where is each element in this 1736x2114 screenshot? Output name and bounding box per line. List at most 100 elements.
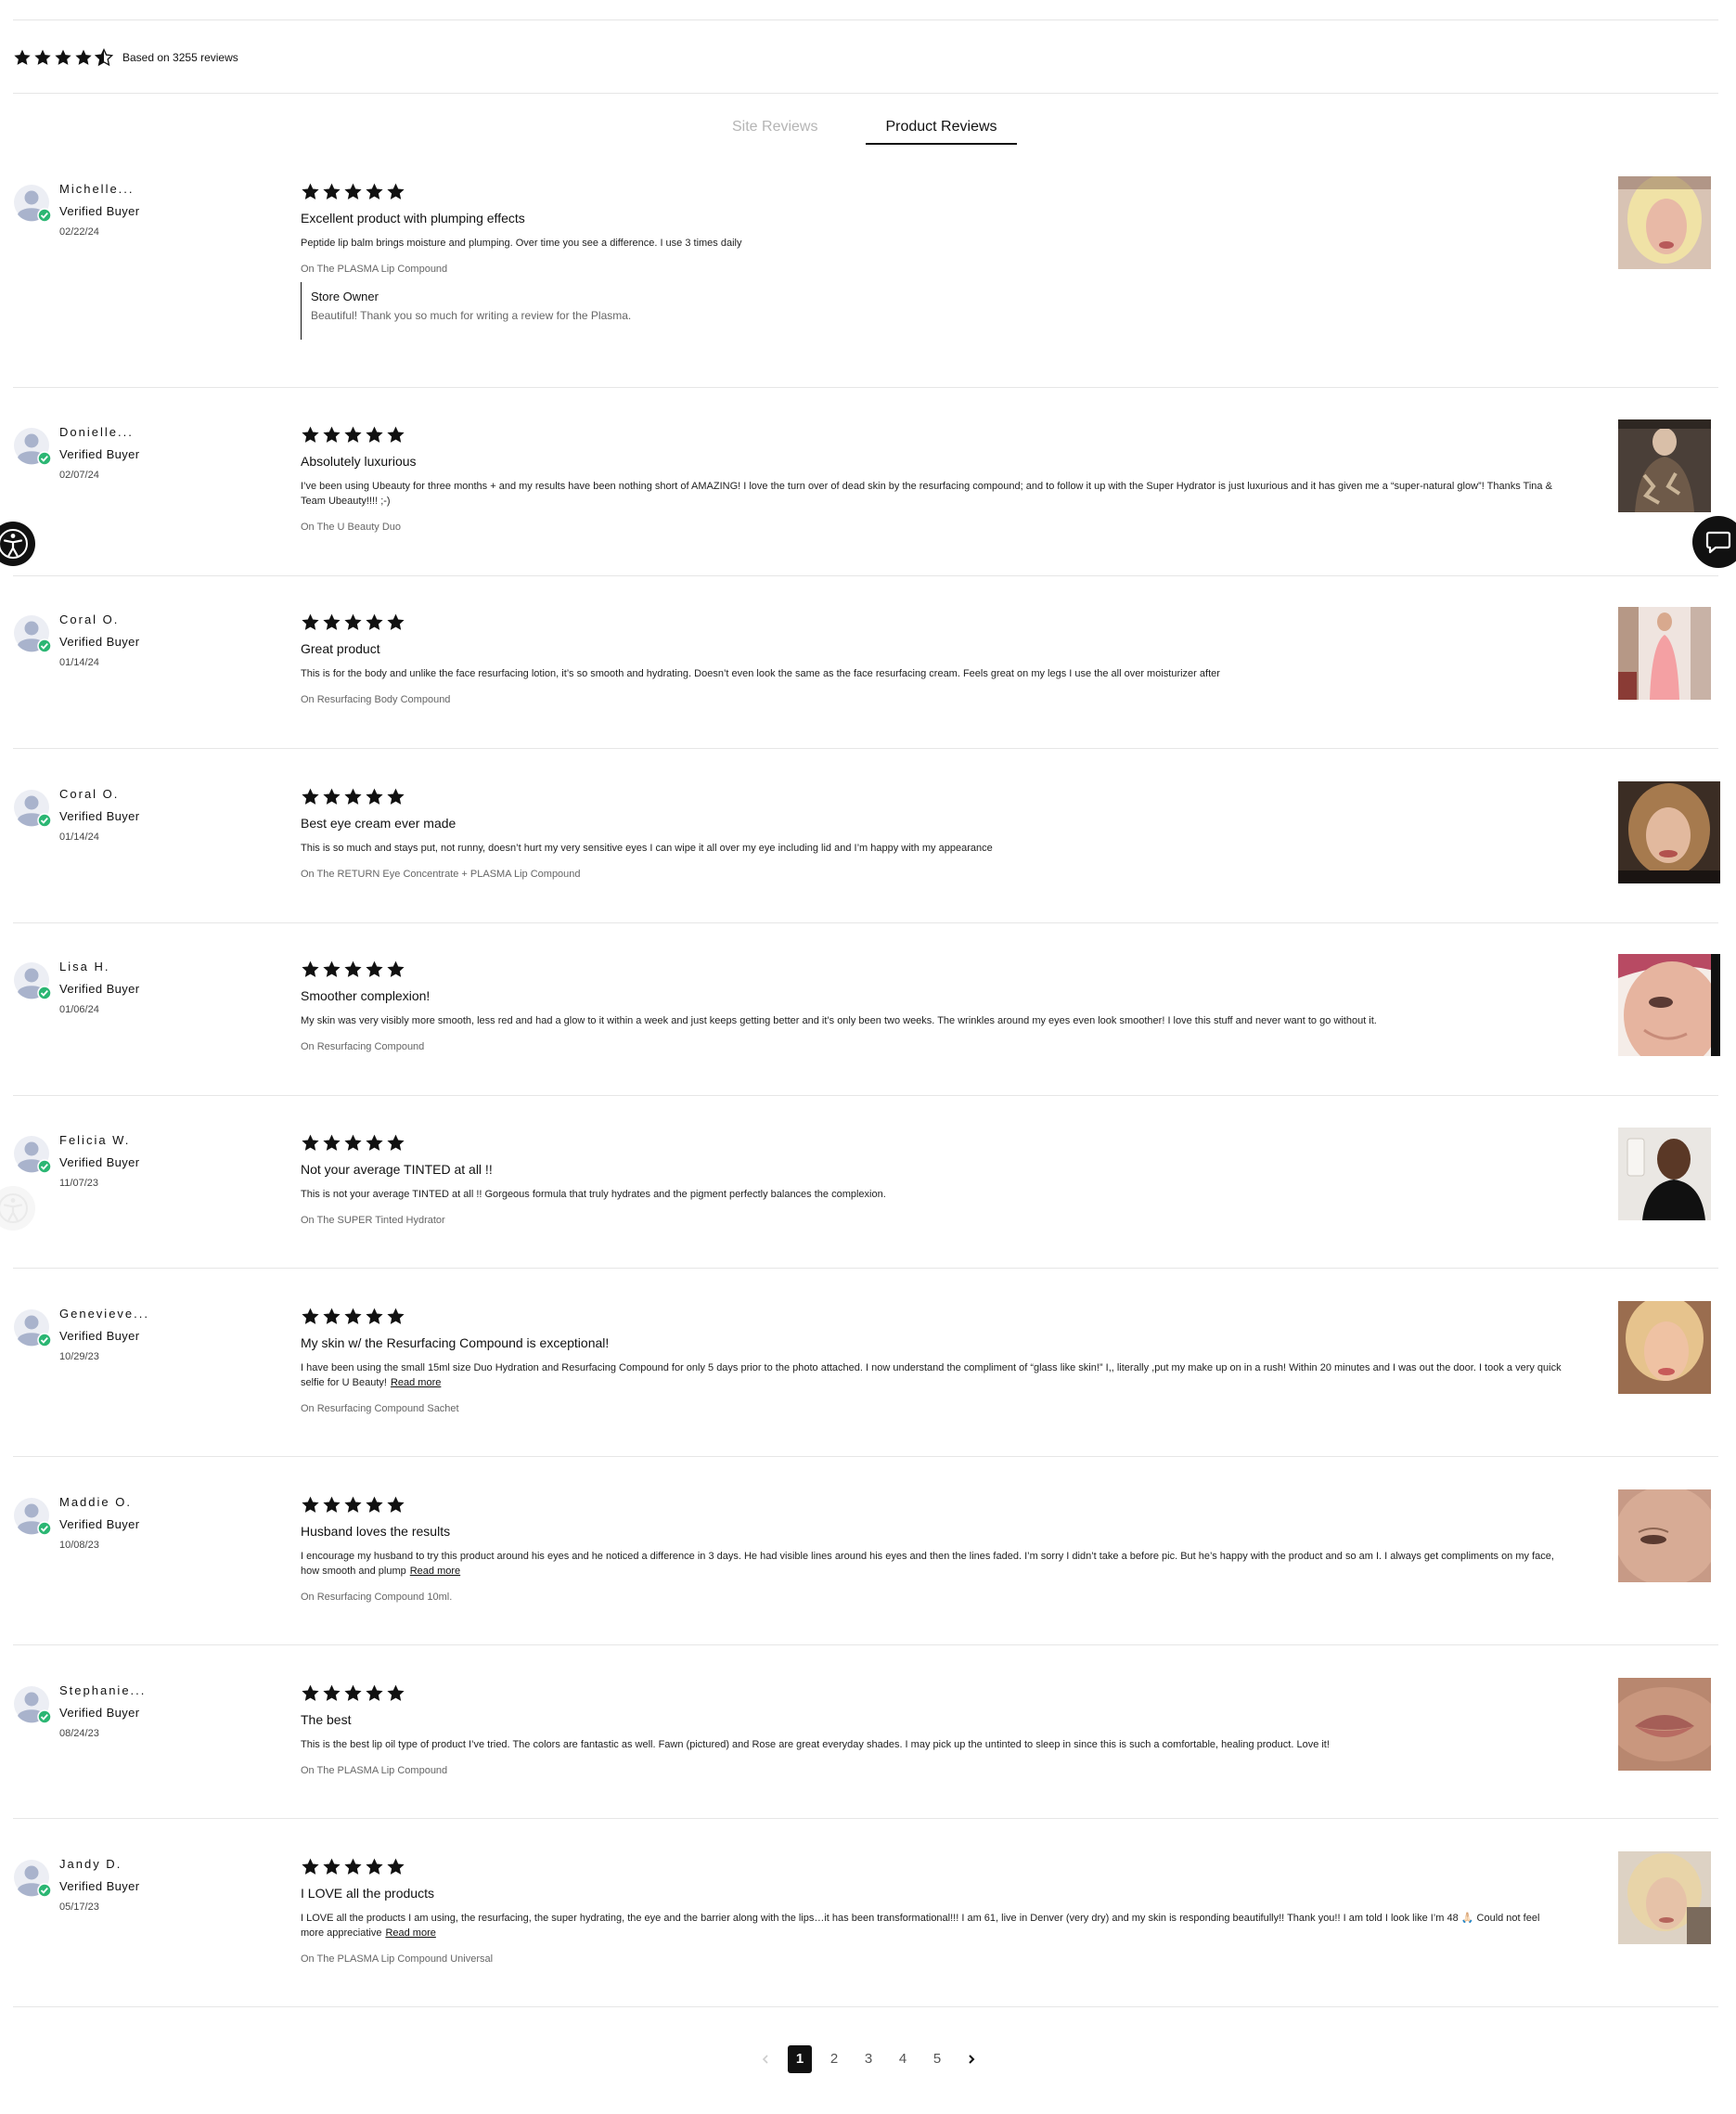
review-title: Excellent product with plumping effects <box>301 211 525 226</box>
review-product: On The SUPER Tinted Hydrator <box>301 1215 445 1226</box>
review-text: I encourage my husband to try this produ… <box>301 1551 1554 1577</box>
review-photo[interactable] <box>1618 176 1711 269</box>
reviewer-name: Donielle... <box>59 425 134 439</box>
page-1[interactable]: 1 <box>788 2045 812 2073</box>
read-more-link[interactable]: Read more <box>385 1927 435 1939</box>
review-stars <box>301 960 405 979</box>
review-photo[interactable] <box>1618 954 1720 1056</box>
review-text: My skin was very visibly more smooth, le… <box>301 1015 1377 1026</box>
star-icon <box>366 1308 383 1324</box>
review-item: Maddie O. Verified Buyer 10/08/23 Husban… <box>0 1489 1736 1608</box>
star-icon <box>366 1684 383 1701</box>
verified-badge: Verified Buyer <box>59 204 140 218</box>
review-product: On Resurfacing Body Compound <box>301 694 451 705</box>
tab-product-reviews[interactable]: Product Reviews <box>866 119 1017 145</box>
summary-divider <box>13 93 1718 94</box>
pagination-prev[interactable] <box>753 2045 778 2073</box>
star-icon <box>302 1858 319 1875</box>
review-product: On The PLASMA Lip Compound <box>301 264 448 275</box>
star-icon <box>302 183 319 200</box>
verified-badge: Verified Buyer <box>59 982 140 996</box>
review-date: 01/06/24 <box>59 1004 99 1015</box>
read-more-link[interactable]: Read more <box>410 1566 460 1577</box>
review-title: Great product <box>301 641 380 656</box>
page-2[interactable]: 2 <box>822 2045 846 2073</box>
review-item: Jandy D. Verified Buyer 05/17/23 I LOVE … <box>0 1851 1736 1970</box>
accessibility-button[interactable] <box>0 522 35 566</box>
review-title: I LOVE all the products <box>301 1886 434 1901</box>
read-more-link[interactable]: Read more <box>391 1377 441 1388</box>
review-text: I’ve been using Ubeauty for three months… <box>301 481 1552 507</box>
star-half-icon <box>95 48 113 67</box>
review-photo[interactable] <box>1618 607 1711 700</box>
review-item: Stephanie... Verified Buyer 08/24/23 The… <box>0 1678 1736 1787</box>
review-photo[interactable] <box>1618 1851 1711 1944</box>
review-product: On Resurfacing Compound Sachet <box>301 1403 459 1414</box>
review-item: Coral O. Verified Buyer 01/14/24 Best ey… <box>0 781 1736 891</box>
top-divider <box>13 19 1718 20</box>
review-stars <box>301 1857 405 1876</box>
avatar <box>13 1308 52 1347</box>
review-date: 10/08/23 <box>59 1540 99 1551</box>
star-icon <box>366 788 383 805</box>
review-photo[interactable] <box>1618 1678 1711 1771</box>
review-title: My skin w/ the Resurfacing Compound is e… <box>301 1335 610 1350</box>
star-icon <box>366 426 383 443</box>
page-5[interactable]: 5 <box>925 2045 949 2073</box>
summary-stars <box>13 48 113 67</box>
rating-summary: Based on 3255 reviews <box>13 46 238 69</box>
tab-site-reviews[interactable]: Site Reviews <box>732 119 817 143</box>
review-stars <box>301 1683 405 1703</box>
review-divider <box>13 922 1718 923</box>
review-date: 10/29/23 <box>59 1351 99 1362</box>
avatar <box>13 614 52 653</box>
review-title: Best eye cream ever made <box>301 816 457 831</box>
star-icon <box>55 49 71 65</box>
star-icon <box>323 788 341 805</box>
page-4[interactable]: 4 <box>891 2045 915 2073</box>
chat-button[interactable] <box>1692 516 1736 568</box>
review-divider <box>13 1095 1718 1096</box>
review-photo[interactable] <box>1618 781 1720 883</box>
star-icon <box>323 960 341 977</box>
review-count: Based on 3255 reviews <box>122 51 238 64</box>
review-text: I LOVE all the products I am using, the … <box>301 1913 1540 1939</box>
review-divider <box>13 748 1718 749</box>
pagination-next[interactable] <box>959 2045 984 2073</box>
star-icon <box>387 1134 405 1151</box>
page-3[interactable]: 3 <box>856 2045 881 2073</box>
star-icon <box>302 1134 319 1151</box>
star-icon <box>302 960 319 977</box>
star-icon <box>323 183 341 200</box>
star-icon <box>344 788 362 805</box>
review-product: On The U Beauty Duo <box>301 522 402 533</box>
review-date: 01/14/24 <box>59 657 99 668</box>
star-icon <box>302 1684 319 1701</box>
review-stars <box>301 612 405 632</box>
review-product: On The PLASMA Lip Compound <box>301 1765 448 1776</box>
chevron-right-icon <box>969 2055 975 2064</box>
review-divider <box>13 1644 1718 1645</box>
star-icon <box>323 1496 341 1513</box>
star-icon <box>302 426 319 443</box>
reviewer-name: Lisa H. <box>59 960 110 973</box>
review-stars <box>301 425 405 445</box>
verified-badge: Verified Buyer <box>59 1706 140 1720</box>
star-icon <box>366 1134 383 1151</box>
review-body: This is not your average TINTED at all !… <box>301 1187 1562 1202</box>
review-item: Coral O. Verified Buyer 01/14/24 Great p… <box>0 607 1736 716</box>
review-photo[interactable] <box>1618 1489 1711 1582</box>
review-photo[interactable] <box>1618 419 1711 512</box>
review-photo[interactable] <box>1618 1301 1711 1394</box>
review-product: On The PLASMA Lip Compound Universal <box>301 1953 494 1965</box>
review-item: Lisa H. Verified Buyer 01/06/24 Smoother… <box>0 954 1736 1063</box>
reviewer-name: Genevieve... <box>59 1307 149 1321</box>
star-icon <box>75 49 92 65</box>
star-icon <box>344 960 362 977</box>
star-icon <box>323 1684 341 1701</box>
star-icon <box>387 1684 405 1701</box>
review-photo[interactable] <box>1618 1128 1711 1220</box>
star-icon <box>366 183 383 200</box>
reply-text: Beautiful! Thank you so much for writing… <box>311 309 632 322</box>
avatar <box>13 184 52 223</box>
